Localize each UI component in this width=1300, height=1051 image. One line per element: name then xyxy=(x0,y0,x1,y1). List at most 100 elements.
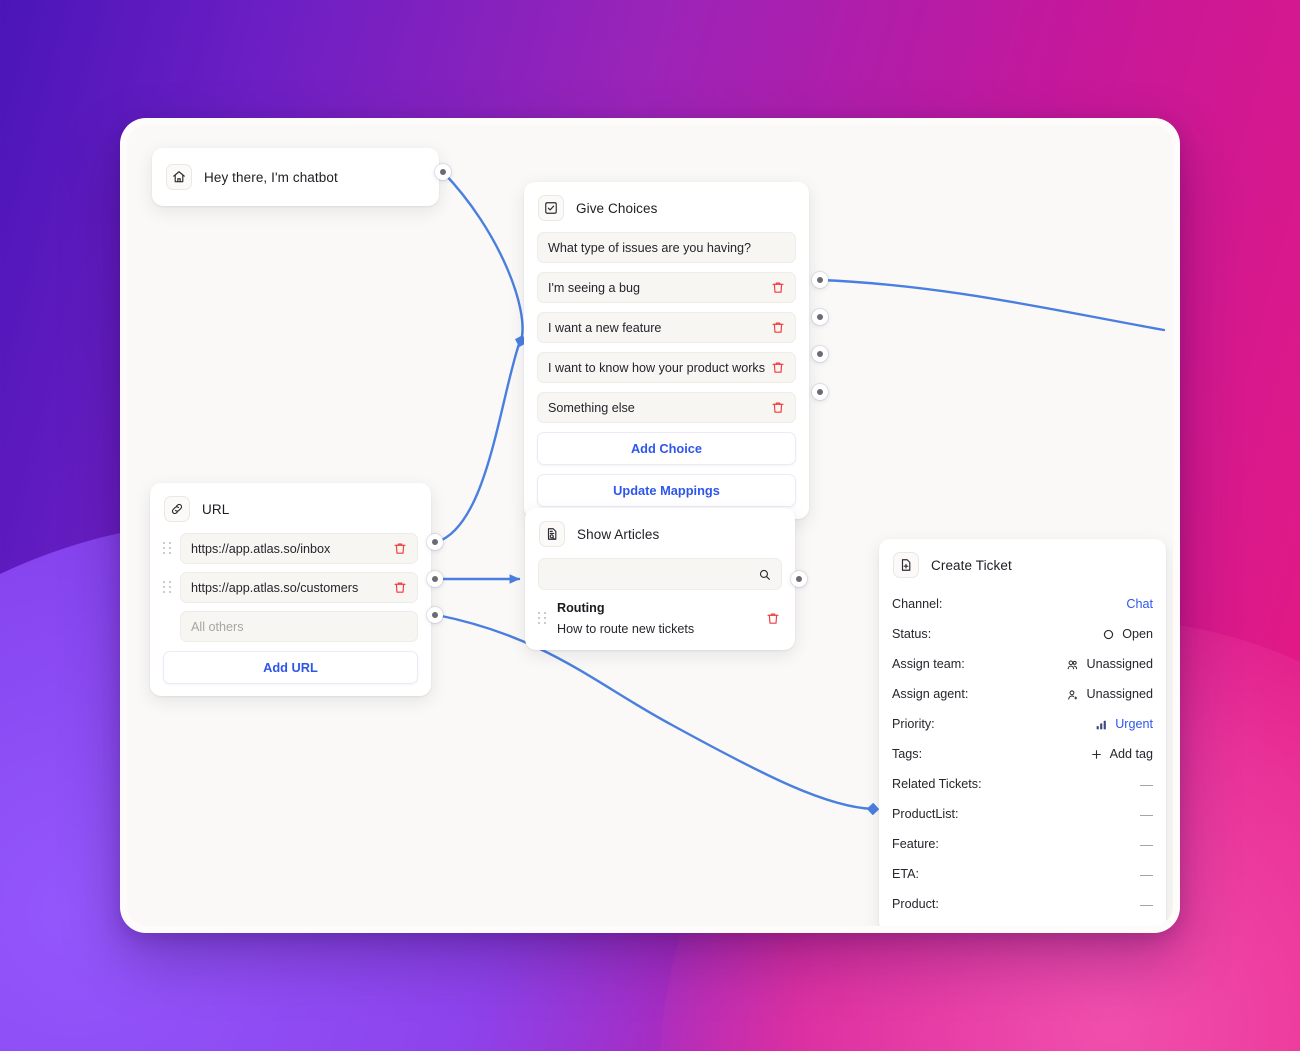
node-title: Create Ticket xyxy=(931,557,1012,573)
ticket-field-value-text[interactable]: — xyxy=(1140,807,1153,822)
choice-option-label: I want to know how your product works xyxy=(548,360,765,375)
ticket-field-value-text[interactable]: — xyxy=(1140,777,1153,792)
ticket-field-row[interactable]: Feature: — xyxy=(892,829,1153,859)
ticket-field-value[interactable]: Urgent xyxy=(1095,717,1153,731)
choice-option-row[interactable]: I want a new feature xyxy=(537,312,796,343)
ticket-field-row[interactable]: Priority: Urgent xyxy=(892,709,1153,739)
ticket-field-row[interactable]: Assign agent: Unassigned xyxy=(892,679,1153,709)
ticket-field-row[interactable]: ProductList: — xyxy=(892,799,1153,829)
node-create-ticket[interactable]: Create Ticket Channel: Chat Status: Open… xyxy=(879,539,1166,926)
users-icon xyxy=(1066,658,1079,671)
url-fallback-row[interactable]: All others xyxy=(163,611,418,642)
edge-choice1-out xyxy=(818,278,1166,332)
ticket-field-row[interactable]: Related Tickets: — xyxy=(892,769,1153,799)
node-body: Routing How to route new tickets xyxy=(525,558,795,650)
drag-handle-icon[interactable] xyxy=(163,542,172,556)
ticket-field-value[interactable]: Unassigned xyxy=(1066,657,1153,671)
choice-option-row[interactable]: Something else xyxy=(537,392,796,423)
bars-icon xyxy=(1095,718,1108,731)
article-search-input[interactable] xyxy=(538,558,782,590)
port-choice-3-out[interactable] xyxy=(812,346,828,362)
port-articles-out[interactable] xyxy=(791,571,807,587)
delete-icon[interactable] xyxy=(393,580,407,595)
port-choice-1-out[interactable] xyxy=(812,272,828,288)
ticket-field-value-text: Unassigned xyxy=(1086,687,1153,701)
port-choice-4-out[interactable] xyxy=(812,384,828,400)
ticket-field-row[interactable]: Product: — xyxy=(892,889,1153,919)
url-input[interactable]: https://app.atlas.so/inbox xyxy=(180,533,418,564)
flow-canvas[interactable]: Hey there, I'm chatbot Give Choices What… xyxy=(127,125,1173,926)
user-add-icon xyxy=(1066,688,1079,701)
node-header: URL xyxy=(150,483,431,533)
node-chatbot-start[interactable]: Hey there, I'm chatbot xyxy=(152,148,439,206)
delete-icon[interactable] xyxy=(766,611,780,626)
drag-handle-icon[interactable] xyxy=(538,612,547,626)
node-title: URL xyxy=(202,501,230,517)
ticket-field-label: Priority: xyxy=(892,717,935,731)
node-body: Channel: Chat Status: Open Assign team: … xyxy=(879,589,1166,926)
url-row[interactable]: https://app.atlas.so/customers xyxy=(163,572,418,603)
ticket-field-row[interactable]: Channel: Chat xyxy=(892,589,1153,619)
node-header: Give Choices xyxy=(524,182,809,232)
choices-prompt-text: What type of issues are you having? xyxy=(548,240,752,255)
delete-icon[interactable] xyxy=(771,400,785,415)
ticket-field-row[interactable]: Assign team: Unassigned xyxy=(892,649,1153,679)
ticket-field-value-text[interactable]: — xyxy=(1140,837,1153,852)
port-url-3-out[interactable] xyxy=(427,607,443,623)
drag-handle-icon[interactable] xyxy=(163,581,172,595)
delete-icon[interactable] xyxy=(393,541,407,556)
ticket-field-value[interactable]: Unassigned xyxy=(1066,687,1153,701)
url-value: https://app.atlas.so/customers xyxy=(191,580,359,595)
ticket-field-value[interactable]: Open xyxy=(1102,627,1153,641)
edge-url-to-choices xyxy=(435,342,521,544)
url-input[interactable]: https://app.atlas.so/customers xyxy=(180,572,418,603)
choices-prompt-input[interactable]: What type of issues are you having? xyxy=(537,232,796,263)
port-url-2-out[interactable] xyxy=(427,571,443,587)
choice-option-label: I'm seeing a bug xyxy=(548,280,641,295)
url-value: https://app.atlas.so/inbox xyxy=(191,541,331,556)
port-choice-2-out[interactable] xyxy=(812,309,828,325)
ticket-field-row[interactable]: Tags: Add tag xyxy=(892,739,1153,769)
node-show-articles[interactable]: Show Articles Routing How to route new t… xyxy=(525,508,795,650)
port-url-1-out[interactable] xyxy=(427,534,443,550)
delete-icon[interactable] xyxy=(771,320,785,335)
ticket-field-value-text[interactable]: — xyxy=(1140,897,1153,912)
choice-option-row[interactable]: I'm seeing a bug xyxy=(537,272,796,303)
link-icon xyxy=(164,496,190,522)
ticket-field-row[interactable]: Status: Open xyxy=(892,619,1153,649)
add-choice-button[interactable]: Add Choice xyxy=(537,432,796,465)
ticket-field-label: Assign agent: xyxy=(892,687,969,701)
node-header: Show Articles xyxy=(525,508,795,558)
update-mappings-button[interactable]: Update Mappings xyxy=(537,474,796,507)
url-fallback-placeholder: All others xyxy=(191,619,244,634)
port-start-out[interactable] xyxy=(435,164,451,180)
home-icon xyxy=(166,164,192,190)
article-item[interactable]: Routing How to route new tickets xyxy=(538,599,782,638)
delete-icon[interactable] xyxy=(771,360,785,375)
ticket-field-value[interactable]: Chat xyxy=(1126,597,1153,611)
ticket-field-label: Assign team: xyxy=(892,657,965,671)
article-search-icon xyxy=(539,521,565,547)
node-title: Give Choices xyxy=(576,200,658,216)
ticket-field-label: Feature: xyxy=(892,837,939,851)
plus-icon xyxy=(1090,748,1103,761)
choice-option-row[interactable]: I want to know how your product works xyxy=(537,352,796,383)
ticket-field-value-text: Unassigned xyxy=(1086,657,1153,671)
url-row[interactable]: https://app.atlas.so/inbox xyxy=(163,533,418,564)
add-tag-button[interactable]: Add tag xyxy=(1090,747,1153,761)
ticket-field-value-text[interactable]: — xyxy=(1140,867,1153,882)
ticket-field-value-text: Open xyxy=(1122,627,1153,641)
node-url[interactable]: URL https://app.atlas.so/inbox https://a… xyxy=(150,483,431,696)
ticket-field-label: ProductList: xyxy=(892,807,959,821)
url-fallback-input[interactable]: All others xyxy=(180,611,418,642)
search-icon[interactable] xyxy=(758,568,771,581)
ticket-field-label: ETA: xyxy=(892,867,920,881)
node-give-choices[interactable]: Give Choices What type of issues are you… xyxy=(524,182,809,519)
article-text: Routing How to route new tickets xyxy=(557,601,756,636)
delete-icon[interactable] xyxy=(771,280,785,295)
choice-option-label: Something else xyxy=(548,400,635,415)
ticket-field-row[interactable]: ETA: — xyxy=(892,859,1153,889)
choice-option-label: I want a new feature xyxy=(548,320,662,335)
add-url-button[interactable]: Add URL xyxy=(163,651,418,684)
ticket-field-label: Status: xyxy=(892,627,932,641)
